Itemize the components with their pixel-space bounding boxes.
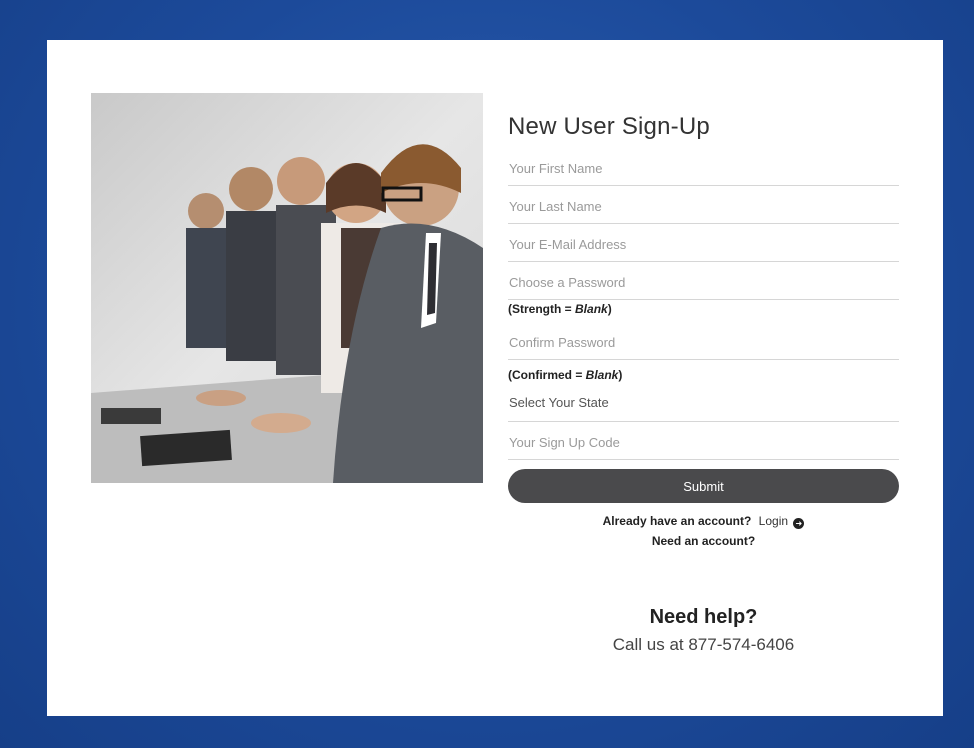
confirm-password-row [508, 322, 900, 360]
strength-prefix: (Strength = [508, 302, 576, 316]
login-label: Login [758, 514, 789, 528]
first-name-input[interactable] [509, 157, 900, 179]
confirmed-prefix: (Confirmed = [508, 368, 586, 382]
password-confirmed: (Confirmed = Blank) [508, 366, 899, 388]
password-strength: (Strength = Blank) [508, 300, 899, 322]
password-input[interactable] [509, 271, 900, 293]
call-center-photo [91, 93, 483, 483]
last-name-input[interactable] [509, 195, 900, 217]
form-title: New User Sign-Up [508, 113, 710, 140]
signup-form: New User Sign-Up (Strength = Blank) (Con… [508, 110, 900, 551]
first-name-row [508, 148, 900, 186]
last-name-row [508, 186, 900, 224]
email-row [508, 224, 900, 262]
signup-code-input[interactable] [509, 431, 900, 453]
help-title: Need help? [649, 606, 758, 628]
help-section: Need help? Call us at 877-574-6406 [508, 603, 899, 655]
signup-card: New User Sign-Up (Strength = Blank) (Con… [47, 40, 943, 716]
login-row: Already have an account? Login ➜ [508, 511, 899, 531]
need-account-row: Need an account? [508, 531, 899, 551]
arrow-right-icon: ➜ [793, 518, 805, 529]
email-input[interactable] [509, 233, 900, 255]
help-phone: Call us at 877-574-6406 [612, 635, 795, 654]
confirm-password-input[interactable] [509, 331, 900, 353]
state-select[interactable]: Select Your State [508, 388, 899, 422]
password-row [508, 262, 900, 300]
confirmed-value: Blank [585, 368, 619, 382]
already-text: Already have an account? [602, 514, 752, 528]
signup-code-row [508, 422, 900, 460]
state-select-label: Select Your State [509, 395, 609, 410]
login-link[interactable]: Login ➜ [758, 514, 805, 529]
account-links: Already have an account? Login ➜ Need an… [508, 511, 899, 551]
need-account-link[interactable]: Need an account? [652, 534, 755, 548]
strength-suffix: ) [607, 302, 612, 316]
submit-button[interactable]: Submit [508, 469, 899, 503]
confirmed-suffix: ) [618, 368, 623, 382]
strength-value: Blank [575, 302, 608, 316]
